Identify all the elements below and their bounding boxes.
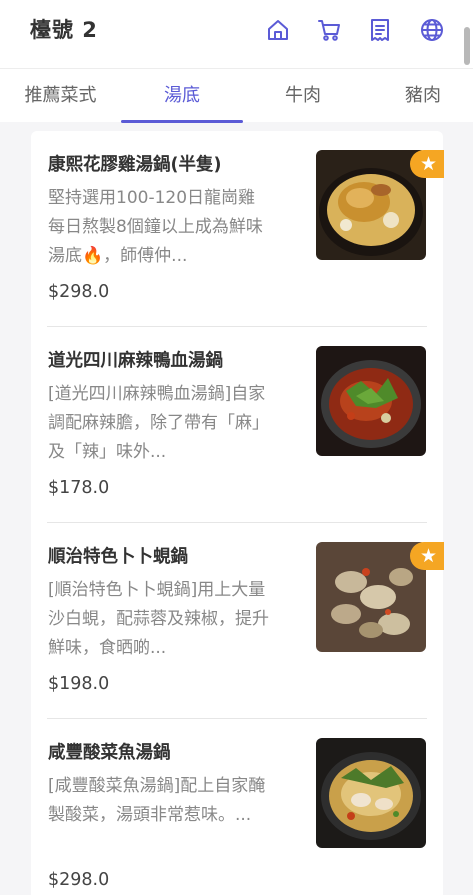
menu-list: 康熙花膠雞湯鍋(半隻) 堅持選用100-120日龍崗雞每日熬製8個鐘以上成為鮮味… <box>31 131 444 895</box>
table-title: 檯號 2 <box>30 18 98 42</box>
featured-badge: ★ <box>410 542 444 570</box>
star-icon: ★ <box>420 153 438 175</box>
item-price: $298.0 <box>48 282 110 302</box>
menu-item[interactable]: 道光四川麻辣鴨血湯鍋 [道光四川麻辣鴨血湯鍋]自家調配麻辣膽，除了帶有「麻」及「… <box>31 327 443 523</box>
active-tab-indicator <box>121 120 243 123</box>
menu-item[interactable]: 康熙花膠雞湯鍋(半隻) 堅持選用100-120日龍崗雞每日熬製8個鐘以上成為鮮味… <box>31 131 444 327</box>
item-photo[interactable] <box>316 738 426 848</box>
cart-icon[interactable] <box>316 17 342 43</box>
menu-item[interactable]: 咸豐酸菜魚湯鍋 [咸豐酸菜魚湯鍋]配上自家醃製酸菜，湯頭非常惹味。... $29… <box>31 719 443 895</box>
item-name: 道光四川麻辣鴨血湯鍋 <box>48 351 223 371</box>
menu-item[interactable]: 順治特色卜卜蜆鍋 [順治特色卜卜蜆鍋]用上大量沙白蜆，配蒜蓉及辣椒，提升鮮味，食… <box>31 523 444 719</box>
item-price: $298.0 <box>48 870 110 890</box>
globe-icon[interactable] <box>419 17 445 43</box>
receipt-icon[interactable] <box>367 17 393 43</box>
item-price: $198.0 <box>48 674 110 694</box>
home-icon[interactable] <box>265 17 291 43</box>
category-tabs: 推薦菜式 湯底 牛肉 豬肉 <box>0 68 473 123</box>
tab-pork[interactable]: 豬肉 <box>363 69 473 123</box>
tab-soup-base[interactable]: 湯底 <box>121 69 243 123</box>
item-name: 咸豐酸菜魚湯鍋 <box>48 743 171 763</box>
tab-beef[interactable]: 牛肉 <box>243 69 363 123</box>
item-description: 堅持選用100-120日龍崗雞每日熬製8個鐘以上成為鮮味湯底🔥，師傅仲... <box>48 188 263 266</box>
header-scrollbar[interactable] <box>464 27 470 65</box>
item-photo[interactable] <box>316 346 426 456</box>
item-name: 康熙花膠雞湯鍋(半隻) <box>48 155 222 175</box>
item-price: $178.0 <box>48 478 110 498</box>
featured-badge: ★ <box>410 150 444 178</box>
app-header: 檯號 2 <box>0 0 473 68</box>
tab-recommended[interactable]: 推薦菜式 <box>0 69 121 123</box>
star-icon: ★ <box>420 545 438 567</box>
item-description: [道光四川麻辣鴨血湯鍋]自家調配麻辣膽，除了帶有「麻」及「辣」味外... <box>48 384 269 462</box>
item-description: [咸豐酸菜魚湯鍋]配上自家醃製酸菜，湯頭非常惹味。... <box>48 776 266 825</box>
item-name: 順治特色卜卜蜆鍋 <box>48 547 188 567</box>
item-description: [順治特色卜卜蜆鍋]用上大量沙白蜆，配蒜蓉及辣椒，提升鮮味，食晒啲... <box>48 580 269 658</box>
